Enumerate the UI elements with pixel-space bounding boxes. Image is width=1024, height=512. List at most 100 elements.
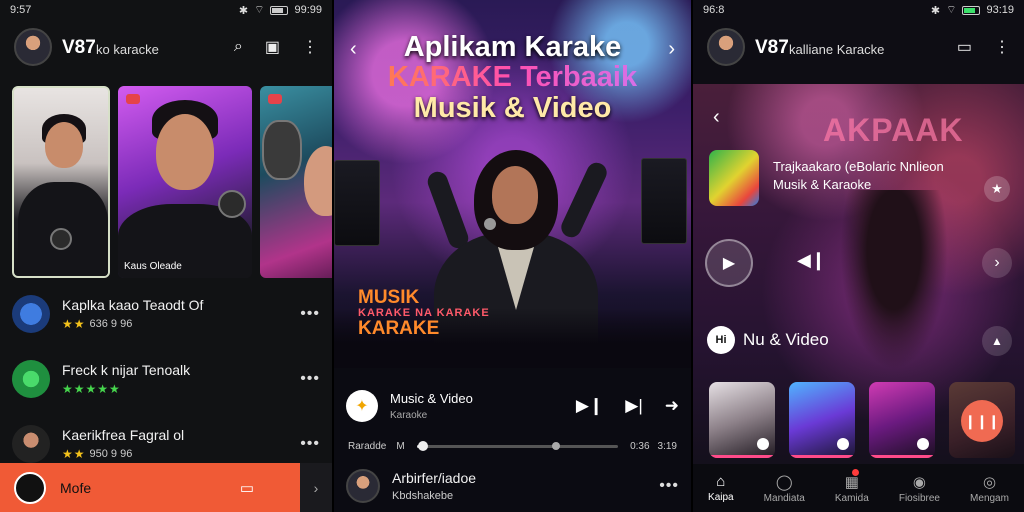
video-thumbnail[interactable] (709, 382, 775, 458)
microphone-icon (262, 120, 302, 180)
now-playing-label: Mofe (60, 479, 92, 496)
video-thumbnail[interactable] (789, 382, 855, 458)
song-meta: 636 9 96 (89, 318, 133, 330)
time-elapsed: 0:36 (630, 440, 650, 452)
featured-card[interactable]: Kaus Oleade (118, 86, 252, 278)
song-subtitle: Kbdshakebe (392, 490, 454, 502)
artist-avatar (346, 469, 380, 503)
player-subtitle: Karaoke (390, 410, 428, 421)
hero-title: AKPAAK (823, 112, 964, 148)
skip-next-icon[interactable]: ▶| (625, 396, 643, 416)
panel-detail: 96:8 ✱ ⌔ 93:19 V87 kalliane Karacke ▭ ⋮ … (693, 0, 1024, 512)
section-header: Hi Nu & Video (707, 326, 829, 354)
video-thumbnail[interactable]: ❙❙❙ (949, 382, 1015, 458)
progress-bar: Raradde M 0:36 3:19 (348, 438, 677, 454)
list-item[interactable]: Kaplka kaao Teaodt Of ★★ 636 9 96 ••• (12, 292, 320, 336)
performer-figure (831, 190, 957, 390)
search-icon[interactable]: ⌕ (234, 38, 243, 56)
chat-icon[interactable]: ▭ (240, 479, 254, 497)
app-subtitle: Musik & Karaoke (773, 177, 872, 193)
seek-track[interactable] (416, 440, 619, 451)
list-item[interactable]: Arbirfer/iadoe Kbdshakebe ••• (346, 466, 679, 506)
more-vert-icon[interactable]: ⋮ (994, 37, 1010, 57)
forward-arrow-icon[interactable]: ➜ (665, 396, 679, 416)
chevron-right-icon[interactable]: › (300, 463, 332, 512)
nav-item-notifications[interactable]: ◉ Fiosibree (899, 473, 940, 504)
featured-card[interactable] (12, 86, 110, 278)
rating-stars: ★★ (62, 447, 86, 461)
song-title: Kaplka kaao Teaodt Of (62, 297, 204, 313)
speaker-image (334, 160, 380, 246)
song-title: Freck k nijar Tenoalk (62, 362, 191, 378)
battery-icon (962, 5, 981, 15)
list-item[interactable]: Kaerikfrea Fagral ol ★★ 950 9 96 ••• (12, 422, 320, 466)
status-clock: 99:99 (294, 4, 322, 16)
nav-item-library[interactable]: ▦ Kamida (835, 468, 869, 504)
more-vert-icon[interactable]: ⋮ (302, 37, 318, 57)
navigation-arrow-icon[interactable]: ▲ (982, 326, 1012, 356)
card-label: Kaus Oleade (124, 261, 182, 272)
mini-player[interactable]: ✦ Music & Video Karaoke ▶❙ ▶| ➜ (346, 380, 679, 432)
player-title: Music & Video (390, 391, 473, 406)
battery-icon (270, 5, 289, 15)
now-playing-bar[interactable]: Mofe ▭ (0, 463, 300, 512)
song-thumbnail (12, 295, 50, 333)
live-badge-icon (268, 94, 282, 104)
progress-mid-label: M (396, 440, 405, 452)
profile-avatar[interactable] (707, 28, 745, 66)
more-horiz-icon[interactable]: ••• (300, 370, 320, 388)
nav-item-profile[interactable]: ◎ Mengam (970, 473, 1009, 504)
record-icon[interactable]: ❙❙❙ (961, 400, 1003, 442)
microphone-icon (218, 190, 246, 218)
section-icon: Hi (707, 326, 735, 354)
chevron-right-icon[interactable]: › (982, 248, 1012, 278)
cast-icon[interactable]: ▭ (957, 37, 972, 57)
more-horiz-icon[interactable]: ••• (300, 305, 320, 323)
app-title: Trajkaakaro (eBolaric Nnlieon (773, 159, 944, 174)
favorite-star-icon[interactable]: ★ (984, 176, 1010, 202)
profile-icon: ◎ (982, 473, 997, 491)
rating-stars: ★★ (62, 317, 86, 331)
search-icon: ◯ (775, 473, 793, 491)
status-time: 96:8 (703, 4, 725, 16)
video-thumbnail[interactable] (869, 382, 935, 458)
profile-avatar[interactable] (14, 28, 52, 66)
brand-subtitle: kalliane Karacke (789, 42, 885, 57)
video-thumbnails: ❙❙❙ (709, 382, 1015, 458)
more-horiz-icon[interactable]: ••• (300, 435, 320, 453)
status-clock: 93:19 (986, 4, 1014, 16)
progress-label: Raradde (348, 440, 387, 452)
app-icon (709, 150, 759, 206)
play-pause-icon[interactable]: ▶❙ (576, 396, 603, 416)
app-header: V87 kalliane Karacke ▭ ⋮ (707, 26, 1010, 68)
home-icon: ⌂ (716, 473, 726, 490)
wifi-icon: ⌔ (254, 4, 265, 16)
song-thumbnail (12, 360, 50, 398)
bluetooth-icon: ✱ (930, 4, 941, 17)
bottom-navigation: ⌂ Kaipa ◯ Mandiata ▦ Kamida ◉ Fiosibree … (693, 464, 1024, 512)
wifi-icon: ⌔ (946, 4, 957, 16)
neon-sign: MUSIK KARAKE NA KARAKE KARAKE (358, 287, 490, 340)
status-time: 9:57 (10, 4, 32, 16)
nav-item-search[interactable]: ◯ Mandiata (764, 473, 805, 504)
back-arrow-icon[interactable]: ‹ (713, 106, 720, 129)
nav-item-home[interactable]: ⌂ Kaipa (708, 473, 734, 503)
song-thumbnail (12, 425, 50, 463)
seek-handle[interactable] (417, 440, 428, 451)
status-bar: 9:57 ✱ ⌔ 99:99 (0, 0, 332, 20)
notification-badge (851, 468, 859, 476)
list-item[interactable]: Freck k nijar Tenoalk ★★★★★ ••• (12, 357, 320, 401)
hero-title: Aplikam Karake KARAKE Terbaaik Musik & V… (334, 32, 691, 124)
live-badge-icon (126, 94, 140, 104)
song-meta: 950 9 96 (89, 448, 133, 460)
app-header: V87 ko karacke ⌕ ▣ ⋮ (14, 26, 318, 68)
status-bar: 96:8 ✱ ⌔ 93:19 (693, 0, 1024, 20)
now-playing-avatar (14, 471, 46, 504)
featured-card[interactable] (260, 86, 332, 278)
more-horiz-icon[interactable]: ••• (659, 477, 679, 495)
section-title: Nu & Video (743, 330, 829, 349)
microphone-icon (50, 228, 72, 250)
play-button-icon[interactable]: ▶ (705, 239, 753, 287)
cast-icon[interactable]: ▣ (265, 37, 280, 57)
volume-icon[interactable]: ◀❙ (797, 250, 826, 271)
